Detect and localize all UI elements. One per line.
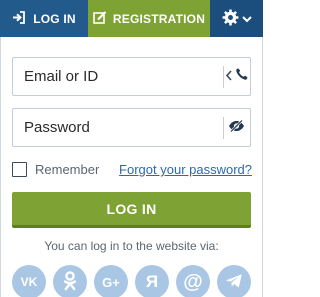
email-or-id-input[interactable] [13,58,223,95]
chevron-left-icon [225,68,235,86]
sign-in-icon [12,10,33,27]
tab-login-label: LOG IN [33,11,76,26]
forgot-password-link[interactable]: Forgot your password? [119,162,252,177]
mail-at-icon: @ [183,271,203,293]
auth-tabbar: LOG IN REGISTRATION [0,0,263,37]
tab-login[interactable]: LOG IN [0,0,88,37]
login-field [12,57,251,96]
odnoklassniki-icon [63,270,77,294]
remember-checkbox[interactable] [12,162,27,177]
settings-dropdown-button[interactable] [210,0,263,37]
chevron-down-icon [239,12,252,26]
remember-label[interactable]: Remember [35,162,99,177]
phone-toggle-button[interactable] [224,58,250,95]
odnoklassniki-login-button[interactable] [53,265,87,297]
mail-login-button[interactable]: @ [176,265,210,297]
password-field [12,108,251,147]
phone-icon [235,67,249,86]
tab-registration-label: REGISTRATION [112,11,206,26]
telegram-icon [225,273,243,292]
yandex-login-button[interactable]: Я [135,265,169,297]
edit-icon [93,10,113,27]
google-plus-login-button[interactable]: G+ [94,265,128,297]
password-input[interactable] [13,109,223,146]
google-plus-icon: G+ [102,274,120,290]
yandex-icon: Я [145,272,159,291]
eye-slash-icon [228,119,245,137]
gear-icon [222,9,239,29]
login-submit-button[interactable]: LOG IN [12,192,251,228]
show-password-button[interactable] [224,109,250,146]
social-login-intro: You can log in to the website via: [44,239,219,253]
telegram-login-button[interactable] [217,265,251,297]
tab-registration[interactable]: REGISTRATION [88,0,210,37]
vk-login-button[interactable]: VK [12,265,46,297]
vk-icon: VK [20,275,38,289]
social-login-row: VK G+ Я @ [12,265,251,297]
